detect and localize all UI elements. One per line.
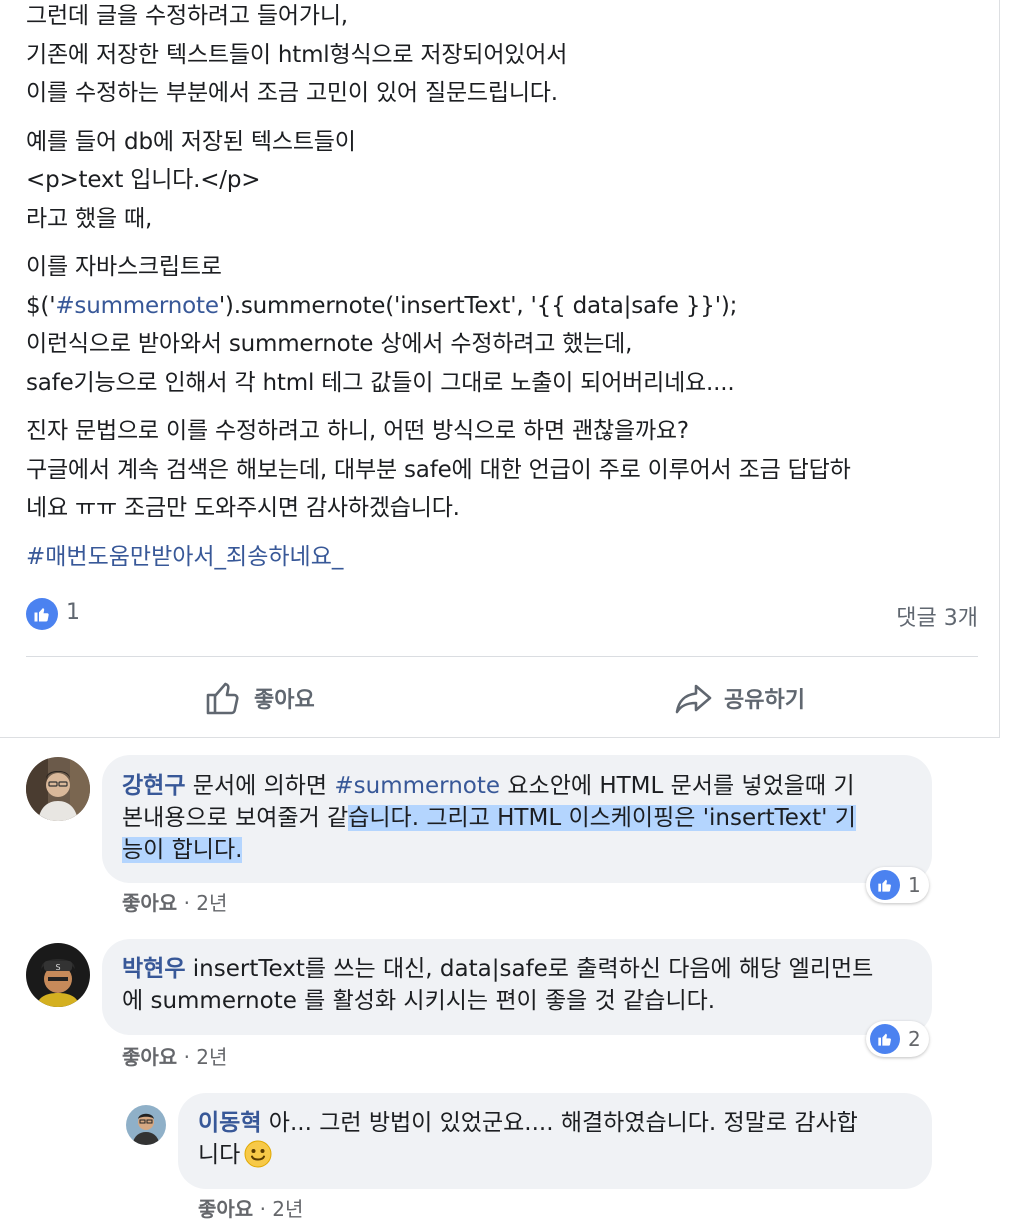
comment-bubble: 박현우 insertText를 쓰는 대신, data|safe로 출력하신 다… bbox=[102, 939, 932, 1035]
comment-meta: 좋아요 · 2년 bbox=[198, 1193, 303, 1222]
like-button-label: 좋아요 bbox=[254, 688, 315, 713]
post-text-line: 그런데 글을 수정하려고 들어가니, bbox=[26, 3, 348, 29]
post-card: 그런데 글을 수정하려고 들어가니, 기존에 저장한 텍스트들이 html형식으… bbox=[0, 0, 1000, 738]
post-text-line: 이를 수정하는 부분에서 조금 고민이 있어 질문드립니다. bbox=[26, 80, 558, 106]
comment-author[interactable]: 이동혁 bbox=[198, 1110, 261, 1136]
post-text-line: 이를 자바스크립트로 bbox=[26, 254, 222, 280]
avatar[interactable] bbox=[26, 757, 90, 821]
like-reaction-icon bbox=[870, 1024, 900, 1054]
post-text-line: 진자 문법으로 이를 수정하려고 하니, 어떤 방식으로 하면 괜찮을까요? bbox=[26, 418, 689, 444]
like-reaction-icon[interactable] bbox=[26, 598, 58, 630]
smiley-emoji-icon bbox=[244, 1140, 272, 1168]
svg-text:S: S bbox=[55, 963, 60, 972]
comment-meta: 좋아요 · 2년 bbox=[122, 887, 227, 916]
post-body: 그런데 글을 수정하려고 들어가니, 기존에 저장한 텍스트들이 html형식으… bbox=[26, 0, 986, 576]
post-hashtag[interactable]: #매번도움만받아서_죄송하네요_ bbox=[26, 538, 986, 576]
comment-line: 박현우 insertText를 쓰는 대신, data|safe로 출력하신 다… bbox=[122, 953, 912, 985]
comment-timestamp[interactable]: · 2년 bbox=[184, 1045, 228, 1069]
comment-bubble: 이동혁 아... 그런 방법이 있었군요.... 해결하였습니다. 정말로 감사… bbox=[178, 1093, 932, 1189]
code-suffix: ').summernote('insertText', '{{ data|saf… bbox=[218, 292, 738, 319]
comment-line: 강현구 문서에 의하면 #summernote 요소안에 HTML 문서를 넣었… bbox=[122, 770, 912, 802]
comment-like-link[interactable]: 좋아요 bbox=[122, 1045, 177, 1069]
post-paragraph: 진자 문법으로 이를 수정하려고 하니, 어떤 방식으로 하면 괜찮을까요? 구… bbox=[26, 412, 986, 528]
comment-author[interactable]: 강현구 bbox=[122, 773, 185, 799]
selected-text: 능이 합니다. bbox=[122, 837, 243, 863]
reaction-summary: 1 댓글 3개 bbox=[26, 598, 978, 634]
comment-like-link[interactable]: 좋아요 bbox=[122, 891, 177, 915]
reaction-count: 1 bbox=[908, 873, 921, 897]
code-prefix: $(' bbox=[26, 292, 56, 319]
divider bbox=[26, 656, 978, 657]
reaction-count[interactable]: 1 bbox=[66, 600, 80, 625]
post-text-line: 네요 ㅠㅠ 조금만 도와주시면 감사하겠습니다. bbox=[26, 495, 460, 521]
selected-text: 습니다. 그리고 HTML 이스케이핑은 'insertText' 기 bbox=[348, 805, 856, 831]
post-text-line: 구글에서 계속 검색은 해보는데, 대부분 safe에 대한 언급이 주로 이루… bbox=[26, 456, 851, 483]
comment-bubble: 강현구 문서에 의하면 #summernote 요소안에 HTML 문서를 넣었… bbox=[102, 755, 932, 883]
comment-line: 니다 bbox=[198, 1139, 912, 1171]
comment-author[interactable]: 박현우 bbox=[122, 956, 185, 982]
post-paragraph: 이를 자바스크립트로 $('#summernote').summernote('… bbox=[26, 248, 986, 402]
post-text-line: 라고 했을 때, bbox=[26, 205, 153, 232]
share-button[interactable]: 공유하기 bbox=[674, 676, 805, 720]
post-paragraph: 예를 들어 db에 저장된 텍스트들이 <p>text 입니다.</p> 라고 … bbox=[26, 123, 986, 239]
avatar[interactable] bbox=[126, 1105, 166, 1145]
comment-timestamp[interactable]: · 2년 bbox=[184, 891, 228, 915]
like-reaction-icon bbox=[870, 870, 900, 900]
post-text-line: 예를 들어 db에 저장된 텍스트들이 bbox=[26, 128, 356, 155]
hashtag-link[interactable]: #summernote bbox=[55, 293, 219, 319]
post-text-line: 기존에 저장한 텍스트들이 html형식으로 저장되어있어서 bbox=[26, 41, 568, 68]
comment-like-link[interactable]: 좋아요 bbox=[198, 1197, 253, 1221]
comment: 강현구 문서에 의하면 #summernote 요소안에 HTML 문서를 넣었… bbox=[0, 739, 1000, 919]
comment-line: 본내용으로 보여줄거 같습니다. 그리고 HTML 이스케이핑은 'insert… bbox=[122, 802, 912, 834]
comment-count[interactable]: 댓글 3개 bbox=[896, 600, 978, 632]
comment-timestamp[interactable]: · 2년 bbox=[260, 1197, 304, 1221]
share-arrow-icon bbox=[675, 684, 712, 714]
reaction-count: 2 bbox=[908, 1027, 921, 1051]
post-text-line: 이런식으로 받아와서 summernote 상에서 수정하려고 했는데, bbox=[26, 331, 633, 357]
comment-text: insertText를 쓰는 대신, data|safe로 출력하신 다음에 해… bbox=[185, 956, 874, 982]
like-button[interactable]: 좋아요 bbox=[204, 676, 315, 720]
avatar[interactable]: S bbox=[26, 943, 90, 1007]
comment-text: 니다 bbox=[198, 1142, 241, 1168]
comment-text: 본내용으로 보여줄거 같 bbox=[122, 805, 349, 831]
code-line: $('#summernote').summernote('insertText'… bbox=[26, 287, 986, 326]
hashtag-link[interactable]: #summernote bbox=[334, 773, 500, 799]
comment-text: 요소안에 HTML 문서를 넣었을때 기 bbox=[500, 773, 855, 799]
share-button-label: 공유하기 bbox=[724, 688, 805, 713]
comment: S 박현우 insertText를 쓰는 대신, data|safe로 출력하신… bbox=[0, 925, 1000, 1075]
comment-text: 아... 그런 방법이 있었군요.... 해결하였습니다. 정말로 감사합 bbox=[261, 1110, 858, 1136]
post-text-line: safe기능으로 인해서 각 html 테그 값들이 그대로 노출이 되어버리네… bbox=[26, 369, 735, 396]
comment-reaction-count[interactable]: 1 bbox=[866, 867, 929, 903]
thumbs-up-icon bbox=[206, 682, 239, 715]
comment-meta: 좋아요 · 2년 bbox=[122, 1041, 227, 1070]
comment-text: 문서에 의하면 bbox=[192, 773, 335, 799]
reply-comment: 이동혁 아... 그런 방법이 있었군요.... 해결하였습니다. 정말로 감사… bbox=[0, 1093, 1000, 1223]
comment-line: 이동혁 아... 그런 방법이 있었군요.... 해결하였습니다. 정말로 감사… bbox=[198, 1107, 912, 1139]
comment-line: 에 summernote 를 활성화 시키시는 편이 좋을 것 같습니다. bbox=[122, 988, 716, 1014]
comment-line: 능이 합니다. bbox=[122, 834, 912, 866]
post-text-line: <p>text 입니다.</p> bbox=[26, 167, 261, 193]
post-paragraph: 그런데 글을 수정하려고 들어가니, 기존에 저장한 텍스트들이 html형식으… bbox=[26, 0, 986, 113]
comment-reaction-count[interactable]: 2 bbox=[866, 1021, 929, 1057]
